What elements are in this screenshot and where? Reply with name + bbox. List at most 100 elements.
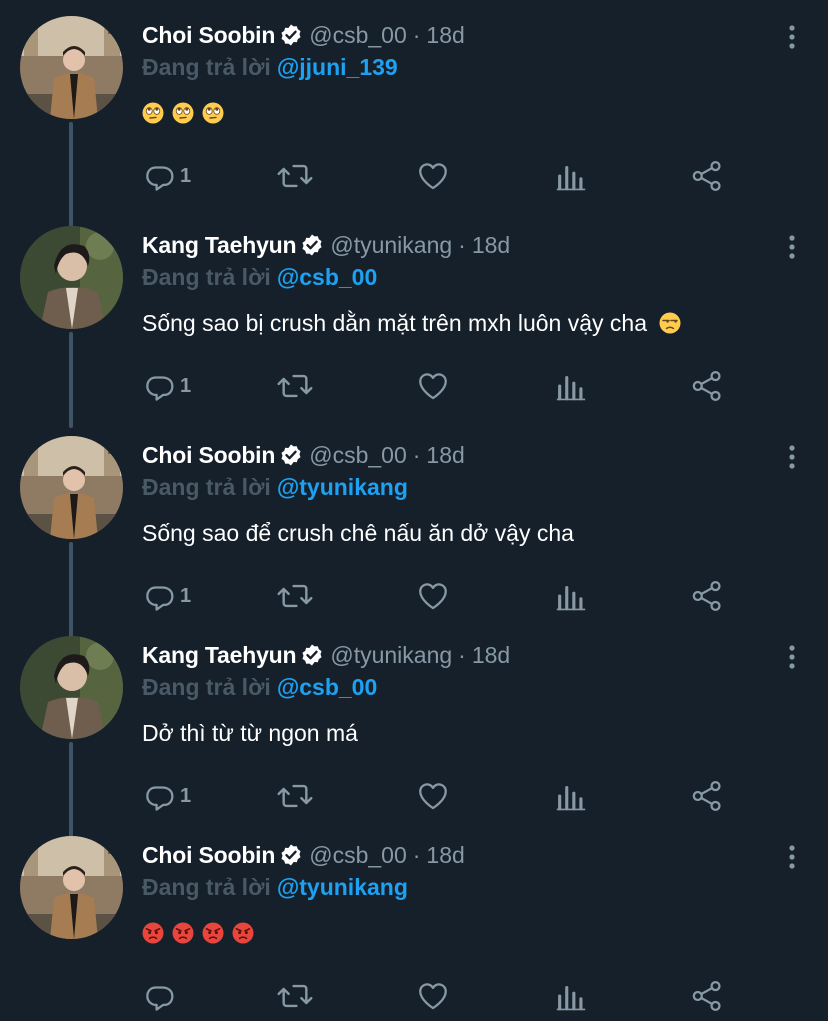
separator-dot: · <box>458 641 466 668</box>
avatar[interactable] <box>20 226 123 329</box>
display-name[interactable]: Choi Soobin <box>142 842 275 869</box>
tweet-header: Kang Taehyun @tyunikang · 18d <box>142 640 510 670</box>
tweet-timestamp[interactable]: 18d <box>426 442 464 469</box>
angry-face-emoji-icon <box>142 922 164 944</box>
retweet-icon <box>277 164 313 188</box>
avatar[interactable] <box>20 836 123 939</box>
retweet-button[interactable] <box>276 778 314 814</box>
replying-to-line: Đang trả lời @jjuni_139 <box>142 54 398 81</box>
tweet-actions: 1 <box>142 368 742 404</box>
replying-to-line: Đang trả lời @csb_00 <box>142 264 377 291</box>
tweet[interactable]: Choi Soobin @csb_00 · 18d Đang trả lời @t… <box>0 436 828 636</box>
analytics-button[interactable] <box>554 578 588 614</box>
angry-face-emoji-icon <box>202 922 224 944</box>
share-icon <box>692 780 721 812</box>
avatar[interactable] <box>20 436 123 539</box>
analytics-button[interactable] <box>554 158 588 194</box>
retweet-button[interactable] <box>276 578 314 614</box>
more-options-icon[interactable] <box>786 644 798 670</box>
user-handle[interactable]: @csb_00 <box>309 442 407 469</box>
user-handle[interactable]: @csb_00 <box>309 842 407 869</box>
share-button[interactable] <box>690 578 724 614</box>
retweet-button[interactable] <box>276 978 314 1014</box>
reply-button[interactable]: 1 <box>142 578 191 614</box>
replying-to-mention[interactable]: @csb_00 <box>277 674 377 700</box>
display-name[interactable]: Kang Taehyun <box>142 642 297 669</box>
tweet-header: Kang Taehyun @tyunikang · 18d <box>142 230 510 260</box>
tweet-text-body: Dở thì từ từ ngon má <box>142 720 358 746</box>
reply-icon <box>146 166 174 191</box>
analytics-icon <box>556 375 586 401</box>
verified-badge-icon <box>300 233 324 257</box>
user-handle[interactable]: @csb_00 <box>309 22 407 49</box>
share-button[interactable] <box>690 978 724 1014</box>
reply-button[interactable] <box>142 978 180 1014</box>
analytics-icon <box>556 985 586 1011</box>
replying-to-label: Đang trả lời <box>142 874 271 900</box>
user-handle[interactable]: @tyunikang <box>330 642 452 669</box>
replying-to-mention[interactable]: @tyunikang <box>277 874 408 900</box>
separator-dot: · <box>458 231 466 258</box>
angry-face-emoji-icon <box>172 922 194 944</box>
reply-count: 1 <box>180 584 192 607</box>
display-name[interactable]: Choi Soobin <box>142 442 275 469</box>
reply-icon <box>146 586 174 611</box>
like-button[interactable] <box>416 578 450 614</box>
share-icon <box>692 160 721 192</box>
retweet-icon <box>277 984 313 1008</box>
heart-icon <box>419 983 447 1010</box>
share-button[interactable] <box>690 368 724 404</box>
tweet-text-body: Sống sao để crush chê nấu ăn dở vậy cha <box>142 520 574 546</box>
tweet-text-body: Sống sao bị crush dằn mặt trên mxh luôn … <box>142 310 648 336</box>
tweet-text: Dở thì từ từ ngon má <box>142 720 358 747</box>
more-options-icon[interactable] <box>786 844 798 870</box>
retweet-button[interactable] <box>276 158 314 194</box>
share-button[interactable] <box>690 158 724 194</box>
replying-to-line: Đang trả lời @tyunikang <box>142 874 408 901</box>
replying-to-mention[interactable]: @tyunikang <box>277 474 408 500</box>
tweet-timestamp[interactable]: 18d <box>472 232 510 259</box>
tweet-actions: 1 <box>142 158 742 194</box>
like-button[interactable] <box>416 978 450 1014</box>
display-name[interactable]: Choi Soobin <box>142 22 275 49</box>
tweet-timestamp[interactable]: 18d <box>472 642 510 669</box>
like-button[interactable] <box>416 368 450 404</box>
replying-to-label: Đang trả lời <box>142 474 271 500</box>
heart-icon <box>419 583 447 610</box>
user-handle[interactable]: @tyunikang <box>330 232 452 259</box>
like-button[interactable] <box>416 158 450 194</box>
angry-face-emoji-icon <box>232 922 254 944</box>
tweet[interactable]: Choi Soobin @csb_00 · 18d Đang trả lời @t… <box>0 836 828 1021</box>
more-options-icon[interactable] <box>786 24 798 50</box>
reply-button[interactable]: 1 <box>142 778 191 814</box>
tweet-timestamp[interactable]: 18d <box>426 22 464 49</box>
like-button[interactable] <box>416 778 450 814</box>
share-button[interactable] <box>690 778 724 814</box>
display-name[interactable]: Kang Taehyun <box>142 232 297 259</box>
replying-to-mention[interactable]: @csb_00 <box>277 264 377 290</box>
tweet-timestamp[interactable]: 18d <box>426 842 464 869</box>
face-with-rolling-eyes-emoji-icon <box>172 102 194 124</box>
analytics-button[interactable] <box>554 978 588 1014</box>
more-options-icon[interactable] <box>786 444 798 470</box>
verified-badge-icon <box>279 23 303 47</box>
tweet[interactable]: Kang Taehyun @tyunikang · 18d Đang trả l… <box>0 636 828 836</box>
more-options-icon[interactable] <box>786 234 798 260</box>
reply-count: 1 <box>180 164 192 187</box>
avatar[interactable] <box>20 16 123 119</box>
analytics-button[interactable] <box>554 368 588 404</box>
reply-count: 1 <box>180 784 192 807</box>
reply-icon <box>146 786 174 811</box>
retweet-icon <box>277 584 313 608</box>
reply-button[interactable]: 1 <box>142 368 191 404</box>
reply-button[interactable]: 1 <box>142 158 191 194</box>
tweet[interactable]: Kang Taehyun @tyunikang · 18d Đang trả l… <box>0 226 828 426</box>
heart-icon <box>419 783 447 810</box>
separator-dot: · <box>412 841 421 868</box>
replying-to-mention[interactable]: @jjuni_139 <box>277 54 398 80</box>
avatar[interactable] <box>20 636 123 739</box>
analytics-button[interactable] <box>554 778 588 814</box>
retweet-button[interactable] <box>276 368 314 404</box>
tweet[interactable]: Choi Soobin @csb_00 · 18d Đang trả lời @j… <box>0 16 828 216</box>
tweet-text: Sống sao để crush chê nấu ăn dở vậy cha <box>142 520 574 547</box>
